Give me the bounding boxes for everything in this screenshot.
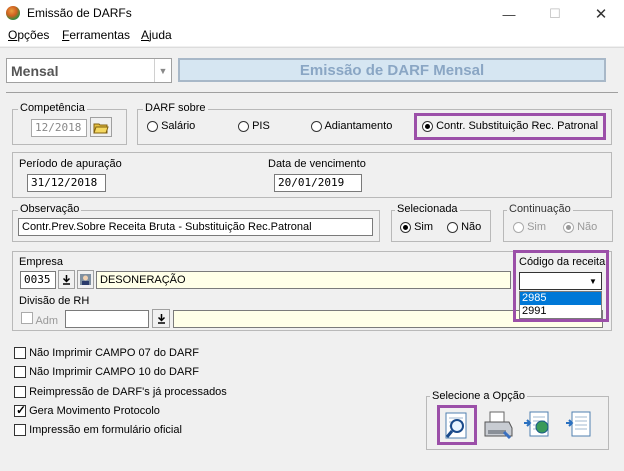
chk-gera-movimento[interactable]: ✓ Gera Movimento Protocolo xyxy=(14,403,160,420)
chk-campo07[interactable]: Não Imprimir CAMPO 07 do DARF xyxy=(14,347,199,362)
selecione-label: Selecione a Opção xyxy=(430,390,527,402)
observacao-label: Observação xyxy=(18,203,82,215)
export-document-icon[interactable] xyxy=(561,407,597,443)
chk-formulario-oficial-label: Impressão em formulário oficial xyxy=(29,424,182,436)
adm-label: Adm xyxy=(35,315,59,327)
periodo-label: Período de apuração xyxy=(19,158,122,170)
checkbox-icon xyxy=(14,366,26,378)
folder-open-icon[interactable] xyxy=(90,117,112,137)
radio-icon xyxy=(238,120,249,132)
checkbox-icon xyxy=(21,312,33,324)
radio-icon xyxy=(147,120,158,132)
radio-salario-label: Salário xyxy=(161,120,196,132)
checkbox-icon xyxy=(14,424,26,436)
observacao-field[interactable]: Contr.Prev.Sobre Receita Bruta - Substit… xyxy=(18,218,373,236)
download-arrow-icon[interactable] xyxy=(152,309,170,328)
chevron-down-icon[interactable]: ▼ xyxy=(586,274,600,288)
printer-icon[interactable] xyxy=(480,407,516,443)
menu-ajuda[interactable]: Ajuda xyxy=(141,28,172,42)
chk-formulario-oficial[interactable]: Impressão em formulário oficial xyxy=(14,424,182,439)
empresa-code-field[interactable]: 0035 xyxy=(20,271,56,289)
codigo-receita-dropdown: 2985 2991 xyxy=(519,291,602,319)
continuacao-nao-label: Não xyxy=(577,221,598,233)
checkbox-icon xyxy=(14,347,26,359)
radio-pis-label: PIS xyxy=(252,120,270,132)
radio-pis[interactable]: PIS xyxy=(238,120,270,132)
radio-contr-substituicao-label: Contr. Substituição Rec. Patronal xyxy=(436,120,599,132)
chk-reimpressao[interactable]: Reimpressão de DARF's já processados xyxy=(14,386,227,401)
checkbox-icon xyxy=(14,386,26,398)
menu-divider xyxy=(0,47,624,48)
chk-campo10-label: Não Imprimir CAMPO 10 do DARF xyxy=(29,366,199,378)
radio-selecionada-sim[interactable]: Sim xyxy=(400,221,433,233)
divisao-code-field[interactable] xyxy=(65,310,149,328)
empresa-label: Empresa xyxy=(19,256,64,268)
darf-sobre-label: DARF sobre xyxy=(143,102,208,114)
radio-continuacao-sim[interactable]: Sim xyxy=(513,221,546,233)
company-search-icon[interactable] xyxy=(77,270,94,289)
download-arrow-icon[interactable] xyxy=(58,270,75,289)
adm-checkbox[interactable]: Adm xyxy=(21,312,58,327)
radio-contr-substituicao[interactable]: Contr. Substituição Rec. Patronal xyxy=(422,120,598,132)
radio-icon xyxy=(311,120,322,132)
chevron-down-icon[interactable]: ▼ xyxy=(154,59,171,82)
preview-icon[interactable] xyxy=(439,407,475,443)
chk-gera-movimento-label: Gera Movimento Protocolo xyxy=(29,405,160,417)
radio-icon xyxy=(563,221,574,233)
selecionada-sim-label: Sim xyxy=(414,221,434,233)
export-globe-icon[interactable] xyxy=(519,407,555,443)
competencia-label: Competência xyxy=(18,102,87,114)
vencimento-label: Data de vencimento xyxy=(268,158,366,170)
radio-salario[interactable]: Salário xyxy=(147,120,195,132)
check-icon: ✓ xyxy=(16,403,27,417)
chk-reimpressao-label: Reimpressão de DARF's já processados xyxy=(29,386,227,398)
minimize-button[interactable]: — xyxy=(486,0,532,28)
selecionada-label: Selecionada xyxy=(395,203,460,215)
maximize-button[interactable]: ☐ xyxy=(532,0,578,28)
radio-icon xyxy=(447,221,458,233)
chk-campo10[interactable]: Não Imprimir CAMPO 10 do DARF xyxy=(14,366,199,381)
codigo-option-2991[interactable]: 2991 xyxy=(520,305,601,318)
radio-icon xyxy=(513,221,524,233)
divisao-label: Divisão de RH xyxy=(19,295,90,307)
chk-campo07-label: Não Imprimir CAMPO 07 do DARF xyxy=(29,347,199,359)
radio-adiantamento-label: Adiantamento xyxy=(324,120,393,132)
radio-adiantamento[interactable]: Adiantamento xyxy=(311,120,392,132)
codigo-receita-label: Código da receita xyxy=(519,256,606,268)
radio-icon xyxy=(400,221,411,233)
codigo-receita-select[interactable]: ▼ xyxy=(519,272,602,290)
vencimento-field[interactable]: 20/01/2019 xyxy=(274,174,362,192)
competencia-field[interactable]: 12/2018 xyxy=(31,119,87,137)
continuacao-label: Continuação xyxy=(507,203,573,215)
continuacao-sim-label: Sim xyxy=(527,221,547,233)
page-banner: Emissão de DARF Mensal xyxy=(178,58,606,82)
mode-select-value: Mensal xyxy=(11,63,59,79)
close-button[interactable]: ✕ xyxy=(578,0,624,28)
checkbox-icon: ✓ xyxy=(14,403,27,417)
header-divider xyxy=(6,92,618,93)
codigo-option-2985[interactable]: 2985 xyxy=(520,292,601,305)
radio-selecionada-nao[interactable]: Não xyxy=(447,221,481,233)
empresa-name-field[interactable]: DESONERAÇÃO xyxy=(96,271,511,289)
app-icon xyxy=(6,6,20,20)
radio-icon xyxy=(422,120,433,132)
mode-select[interactable]: Mensal ▼ xyxy=(6,58,172,83)
periodo-field[interactable]: 31/12/2018 xyxy=(27,174,106,192)
menu-ferramentas[interactable]: Ferramentas xyxy=(62,28,130,42)
menu-opcoes[interactable]: Opções xyxy=(8,28,49,42)
selecionada-nao-label: Não xyxy=(461,221,482,233)
window-title: Emissão de DARFs xyxy=(27,6,132,20)
radio-continuacao-nao[interactable]: Não xyxy=(563,221,597,233)
